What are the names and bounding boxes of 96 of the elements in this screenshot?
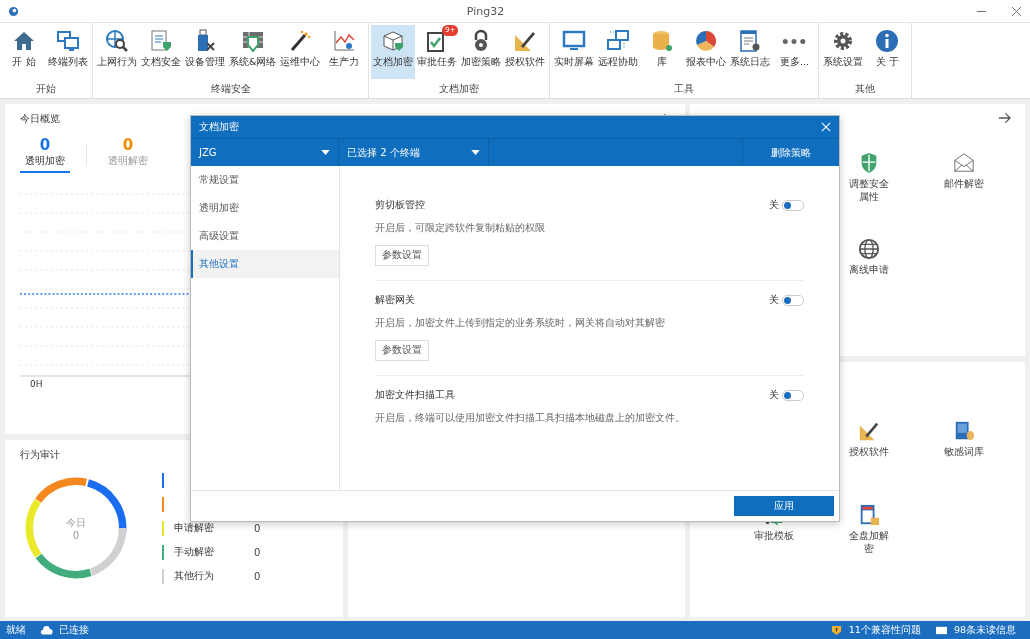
delete-policy-button[interactable]: 删除策略 (743, 139, 839, 166)
parameter-settings-button[interactable]: 参数设置 (375, 245, 429, 266)
more-icon (782, 39, 807, 44)
ribbon-button[interactable]: 更多... (772, 25, 817, 79)
group-dropdown[interactable]: JZG (191, 139, 339, 166)
ribbon-button[interactable]: 上网行为 (95, 25, 139, 79)
toggle-state-label: 关 (769, 198, 779, 212)
parameter-settings-button[interactable]: 参数设置 (375, 340, 429, 361)
terminal-dropdown[interactable]: 已选择 2 个终端 (339, 139, 489, 166)
caret-icon (471, 150, 480, 155)
compatibility-issues[interactable]: 11个兼容性问题 (848, 623, 921, 637)
ribbon-button[interactable]: 开 始 (2, 25, 46, 79)
globe-search-icon (105, 29, 129, 53)
ribbon-group-label: 其他 (855, 82, 876, 96)
window-title: Ping32 (465, 4, 506, 18)
cloud-icon (40, 624, 53, 636)
document-shield-icon (149, 29, 173, 53)
ribbon-group-label: 终端安全 (210, 82, 251, 96)
legend-value: 0 (254, 522, 261, 534)
toggle-state-label: 关 (769, 388, 779, 402)
connection-status: 已连接 (59, 623, 89, 637)
setting-title: 加密文件扫描工具 (375, 388, 456, 402)
setting-title: 解密网关 (375, 293, 416, 307)
ribbon-button[interactable]: 报表中心 (684, 25, 729, 79)
ribbon-button[interactable]: 库 (640, 25, 685, 79)
ribbon-button[interactable]: 加密策略 (459, 25, 504, 79)
app-shortcut[interactable]: 授权软件 (847, 420, 890, 459)
donut-label: 今日 (66, 515, 86, 530)
ribbon-button[interactable]: 系统&网络 (227, 25, 279, 79)
nav-item[interactable]: 高级设置 (191, 222, 339, 250)
ribbon-button[interactable]: 授权软件 (503, 25, 548, 79)
database-icon (650, 29, 675, 53)
legend-label: 手动解密 (174, 545, 215, 559)
ribbon-button[interactable]: 终端列表 (46, 25, 90, 79)
ribbon-button[interactable]: 实时屏幕 (552, 25, 597, 79)
axis-label: 0H (30, 379, 44, 389)
ribbon-button[interactable]: 运维中心 (278, 25, 323, 79)
ribbon-group-label: 文档加密 (439, 82, 480, 96)
legend-label: 申请解密 (174, 521, 215, 535)
monitor-icon (562, 29, 587, 53)
app-shortcut[interactable]: 离线申请 (847, 238, 890, 277)
legend-label: 其他行为 (174, 569, 215, 583)
brick-shield-icon (240, 29, 265, 53)
nav-item[interactable]: 透明加密 (191, 194, 339, 222)
arrow-right-icon[interactable] (998, 112, 1011, 124)
toggle-switch[interactable] (782, 199, 804, 211)
cube-shield-icon (381, 29, 406, 53)
line-chart-icon (332, 29, 357, 53)
status-text: 就绪 (6, 623, 26, 637)
card-title: 今日概览 (20, 112, 60, 126)
toggle-switch[interactable] (782, 389, 804, 401)
wand-icon (288, 29, 313, 53)
monitors-icon (56, 29, 80, 53)
setting-description: 开启后，可限定跨软件复制粘贴的权限 (375, 222, 545, 235)
app-logo-icon (8, 5, 19, 17)
donut-value: 0 (72, 529, 80, 541)
setting-title: 剪切板管控 (375, 198, 426, 212)
app-shortcut[interactable]: 邮件解密 (942, 152, 985, 191)
setting-description: 开启后，加密文件上传到指定的业务系统时，网关将自动对其解密 (375, 317, 665, 330)
pencil-ruler-icon (513, 29, 538, 53)
ribbon-button[interactable]: 系统日志 (728, 25, 773, 79)
stat-tab[interactable]: 0 透明加密 (20, 136, 70, 173)
dialog-title: 文档加密 (199, 120, 240, 134)
ribbon-button[interactable]: 关 于 (865, 25, 910, 79)
caret-icon (321, 150, 330, 155)
house-icon (12, 29, 36, 53)
info-icon (875, 29, 900, 53)
apply-button[interactable]: 应用 (734, 496, 834, 516)
setting-description: 开启后，终端可以使用加密文件扫描工具扫描本地磁盘上的加密文件。 (375, 412, 685, 425)
nav-item[interactable]: 其他设置 (191, 250, 339, 278)
app-shortcut[interactable]: 全盘加解密 (847, 504, 890, 556)
message-icon (934, 624, 948, 636)
ribbon-group-label: 开始 (36, 82, 56, 96)
ribbon-button[interactable]: 远程协助 (596, 25, 641, 79)
legend-value: 0 (254, 570, 261, 582)
app-shortcut[interactable]: 调整安全属性 (847, 152, 890, 204)
ribbon-button[interactable]: 设备管理 (183, 25, 227, 79)
ribbon-button[interactable]: 文档加密 (371, 25, 416, 79)
pencil-ruler-icon (857, 420, 880, 442)
toggle-state-label: 关 (769, 293, 779, 307)
ribbon-group-label: 工具 (674, 82, 695, 96)
unread-messages[interactable]: 98条未读信息 (953, 623, 1016, 637)
remote-screens-icon (606, 29, 631, 53)
globe-icon (857, 238, 880, 260)
card-title: 行为审计 (20, 449, 60, 460)
ribbon-button[interactable]: 系统设置 (821, 25, 866, 79)
ribbon-button[interactable]: 生产力 (322, 25, 367, 79)
pie-chart-icon (694, 29, 719, 53)
envelope-icon (952, 152, 975, 174)
ribbon-button[interactable]: 文档安全 (139, 25, 183, 79)
toggle-switch[interactable] (782, 294, 804, 306)
legend-value: 0 (254, 546, 261, 558)
nav-item[interactable]: 常规设置 (191, 166, 339, 194)
warning-shield-icon (829, 624, 843, 636)
app-shortcut[interactable]: 敏感词库 (942, 420, 985, 459)
close-icon[interactable] (1011, 5, 1022, 17)
